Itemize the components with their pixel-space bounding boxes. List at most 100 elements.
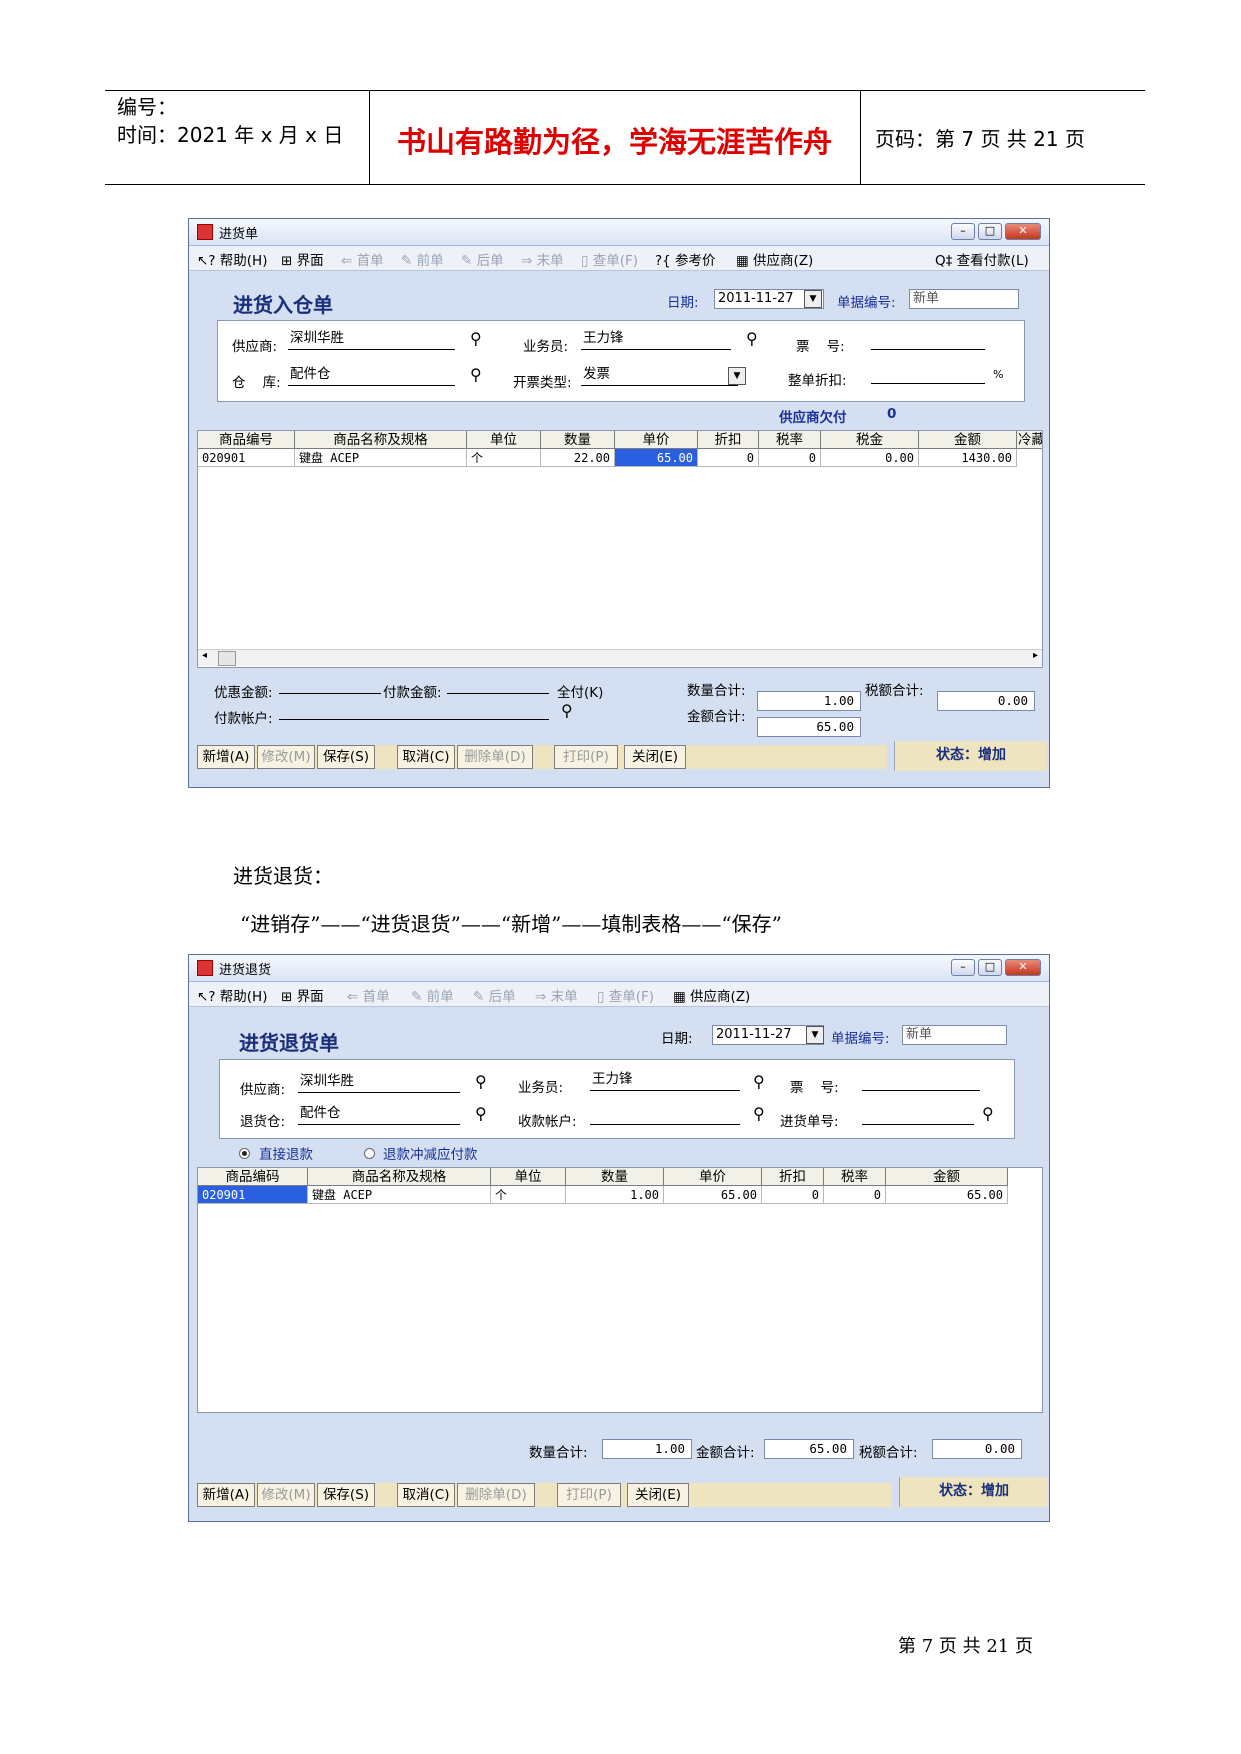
next-doc-button[interactable]: ✎ 后单 bbox=[473, 985, 516, 1005]
search-icon[interactable]: ⚲ bbox=[475, 1104, 487, 1123]
grid-cell[interactable]: 个 bbox=[467, 449, 541, 467]
grid-cell-selected[interactable]: 65.00 bbox=[615, 449, 698, 467]
direct-refund-label[interactable]: 直接退款 bbox=[259, 1143, 313, 1163]
grid-cell[interactable]: 65.00 bbox=[886, 1186, 1008, 1204]
invoice-type-select[interactable]: 发票 bbox=[581, 365, 738, 386]
pay-account-field[interactable] bbox=[279, 701, 549, 720]
find-doc-button[interactable]: ▯ 查单(F) bbox=[581, 249, 638, 269]
grid-cell[interactable]: 020901 bbox=[198, 449, 295, 467]
ref-price-button[interactable]: ?{ 参考价 bbox=[655, 249, 716, 269]
save-button[interactable]: 保存(S) bbox=[317, 1483, 375, 1507]
column-header[interactable]: 数量 bbox=[541, 431, 615, 449]
column-header[interactable]: 商品名称及规格 bbox=[295, 431, 467, 449]
grid-cell[interactable]: 键盘 ACEP bbox=[295, 449, 467, 467]
direct-refund-radio[interactable] bbox=[239, 1148, 250, 1159]
close-button[interactable]: 关闭(E) bbox=[624, 745, 686, 769]
grid-cell-selected[interactable]: 020901 bbox=[198, 1186, 308, 1204]
grid-cell[interactable]: 0 bbox=[698, 449, 759, 467]
purchase-no-field[interactable] bbox=[862, 1104, 974, 1125]
first-doc-button[interactable]: ⇐ 首单 bbox=[341, 249, 384, 269]
print-button[interactable]: 打印(P) bbox=[557, 1483, 621, 1507]
invoice-dropdown-icon[interactable]: ▼ bbox=[728, 367, 746, 385]
column-header[interactable]: 商品编号 bbox=[198, 431, 295, 449]
cancel-button[interactable]: 取消(C) bbox=[397, 745, 455, 769]
column-header[interactable]: 数量 bbox=[566, 1168, 664, 1186]
column-header[interactable]: 单价 bbox=[664, 1168, 762, 1186]
column-header[interactable]: 商品名称及规格 bbox=[308, 1168, 491, 1186]
maximize-button[interactable]: □ bbox=[978, 959, 1002, 976]
last-doc-button[interactable]: ⇒ 末单 bbox=[521, 249, 564, 269]
find-doc-button[interactable]: ▯ 查单(F) bbox=[597, 985, 654, 1005]
supplier-field[interactable]: 深圳华胜 bbox=[288, 329, 455, 350]
new-button[interactable]: 新增(A) bbox=[197, 745, 255, 769]
doc-no-input[interactable]: 新单 bbox=[909, 289, 1019, 309]
close-window-button[interactable]: ✕ bbox=[1005, 959, 1041, 976]
search-icon[interactable]: ⚲ bbox=[470, 329, 482, 348]
search-icon[interactable]: ⚲ bbox=[753, 1072, 765, 1091]
search-icon[interactable]: ⚲ bbox=[475, 1072, 487, 1091]
offset-payable-label[interactable]: 退款冲减应付款 bbox=[383, 1143, 478, 1163]
search-icon[interactable]: ⚲ bbox=[746, 329, 758, 348]
column-header[interactable]: 折扣 bbox=[762, 1168, 824, 1186]
supplier-field[interactable]: 深圳华胜 bbox=[298, 1072, 460, 1093]
ticket-field[interactable] bbox=[862, 1070, 980, 1091]
date-dropdown-icon[interactable]: ▼ bbox=[806, 1026, 824, 1044]
grid-cell[interactable]: 0 bbox=[762, 1186, 824, 1204]
doc-no-input[interactable]: 新单 bbox=[902, 1025, 1007, 1045]
discount-amt-field[interactable] bbox=[279, 675, 381, 694]
supplier-button[interactable]: ▦ 供应商(Z) bbox=[736, 249, 813, 269]
grid-cell[interactable]: 0.00 bbox=[821, 449, 919, 467]
new-button[interactable]: 新增(A) bbox=[197, 1483, 255, 1507]
maximize-button[interactable]: □ bbox=[978, 223, 1002, 240]
offset-payable-radio[interactable] bbox=[364, 1148, 375, 1159]
grid-cell[interactable]: 键盘 ACEP bbox=[308, 1186, 491, 1204]
save-button[interactable]: 保存(S) bbox=[317, 745, 375, 769]
date-dropdown-icon[interactable]: ▼ bbox=[804, 290, 822, 308]
column-header[interactable]: 金额 bbox=[919, 431, 1017, 449]
first-doc-button[interactable]: ⇐ 首单 bbox=[347, 985, 390, 1005]
view-payment-button[interactable]: Q‡ 查看付款(L) bbox=[935, 249, 1029, 269]
delete-button[interactable]: 删除单(D) bbox=[457, 745, 533, 769]
cancel-button[interactable]: 取消(C) bbox=[397, 1483, 455, 1507]
column-header[interactable]: 税金 bbox=[821, 431, 919, 449]
salesman-field[interactable]: 王力锋 bbox=[581, 329, 731, 350]
layout-button[interactable]: ⊞ 界面 bbox=[281, 249, 324, 269]
column-header[interactable]: 金额 bbox=[886, 1168, 1008, 1186]
horizontal-scrollbar[interactable]: ◂ ▸ bbox=[198, 649, 1042, 666]
grid-cell[interactable]: 个 bbox=[491, 1186, 566, 1204]
grid-cell[interactable]: 65.00 bbox=[664, 1186, 762, 1204]
close-button[interactable]: 关闭(E) bbox=[627, 1483, 689, 1507]
column-header[interactable]: 税率 bbox=[824, 1168, 886, 1186]
column-header[interactable]: 折扣 bbox=[698, 431, 759, 449]
search-icon[interactable]: ⚲ bbox=[753, 1104, 765, 1123]
ticket-field[interactable] bbox=[871, 329, 985, 350]
column-header[interactable]: 税率 bbox=[759, 431, 821, 449]
column-header[interactable]: 单价 bbox=[615, 431, 698, 449]
receive-acct-field[interactable] bbox=[590, 1104, 740, 1125]
column-header[interactable]: 单位 bbox=[467, 431, 541, 449]
scroll-left-icon[interactable]: ◂ bbox=[202, 650, 207, 661]
search-icon[interactable]: ⚲ bbox=[470, 365, 482, 384]
search-icon[interactable]: ⚲ bbox=[982, 1104, 994, 1123]
return-wh-field[interactable]: 配件仓 bbox=[298, 1104, 460, 1125]
prev-doc-button[interactable]: ✎ 前单 bbox=[401, 249, 444, 269]
supplier-button[interactable]: ▦ 供应商(Z) bbox=[673, 985, 750, 1005]
column-header[interactable]: 单位 bbox=[491, 1168, 566, 1186]
scroll-thumb[interactable] bbox=[218, 651, 236, 666]
next-doc-button[interactable]: ✎ 后单 bbox=[461, 249, 504, 269]
discount-field[interactable] bbox=[871, 363, 985, 384]
print-button[interactable]: 打印(P) bbox=[554, 745, 618, 769]
warehouse-field[interactable]: 配件仓 bbox=[288, 365, 455, 386]
scroll-right-icon[interactable]: ▸ bbox=[1033, 650, 1038, 661]
grid-cell[interactable]: 1430.00 bbox=[919, 449, 1017, 467]
pay-amt-field[interactable] bbox=[447, 675, 549, 694]
column-header[interactable]: 冷藏 bbox=[1017, 431, 1042, 449]
edit-button[interactable]: 修改(M) bbox=[257, 1483, 315, 1507]
minimize-button[interactable]: – bbox=[951, 959, 975, 976]
help-button[interactable]: ↖? 帮助(H) bbox=[197, 985, 267, 1005]
prev-doc-button[interactable]: ✎ 前单 bbox=[411, 985, 454, 1005]
search-icon[interactable]: ⚲ bbox=[561, 701, 573, 720]
salesman-field[interactable]: 王力锋 bbox=[590, 1070, 740, 1091]
grid-cell[interactable]: 1.00 bbox=[566, 1186, 664, 1204]
last-doc-button[interactable]: ⇒ 末单 bbox=[535, 985, 578, 1005]
